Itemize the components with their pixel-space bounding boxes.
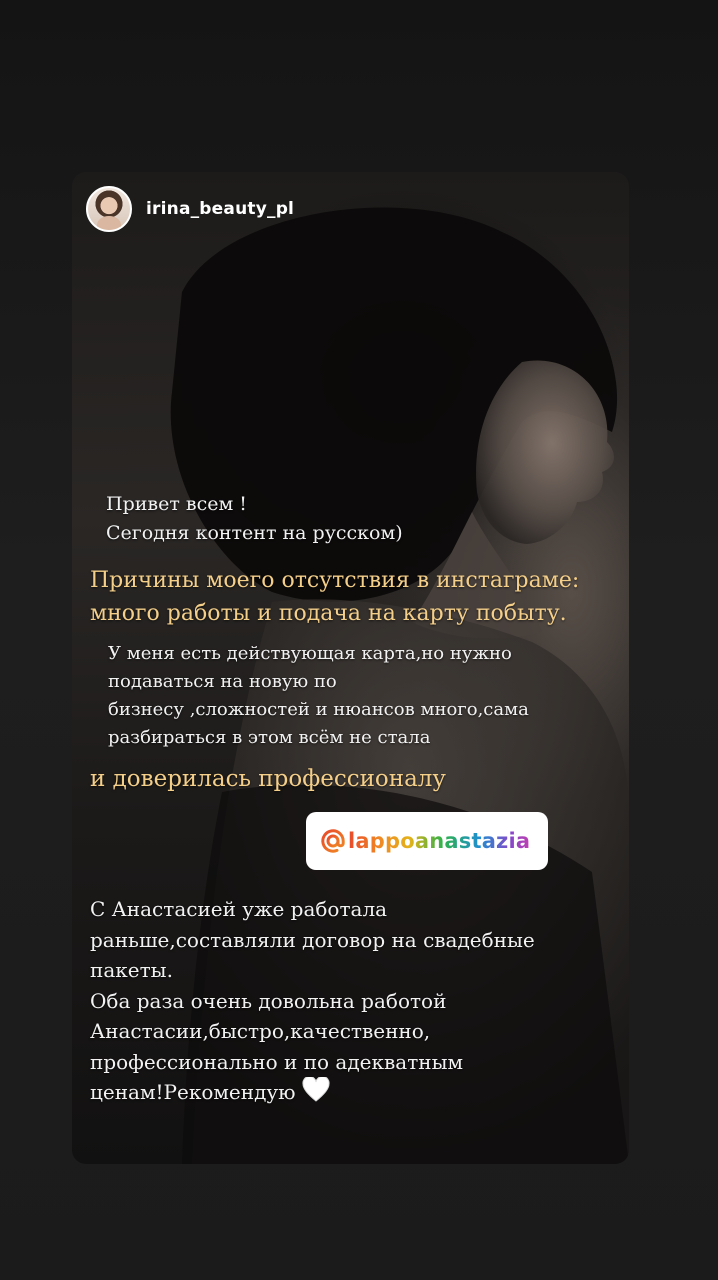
review-last-line: ценам!Рекомендую <box>90 1077 535 1108</box>
mention-handle: lappoanastazia <box>348 829 531 853</box>
review-line: профессионально и по адекватным <box>90 1049 464 1074</box>
review-line: ценам!Рекомендую <box>90 1080 296 1104</box>
white-heart-icon <box>302 1077 330 1102</box>
username[interactable]: irina_beauty_pl <box>146 199 294 219</box>
reasons-line: Причины моего отсутствия в инстаграме: <box>90 568 580 593</box>
reasons-line: много работы и подача на карту побыту. <box>90 601 567 626</box>
card-info-line: подаваться на новую по <box>108 671 337 692</box>
review-line: С Анастасией уже работала <box>90 897 388 921</box>
review-text: С Анастасией уже работала раньше,составл… <box>90 894 535 1108</box>
review-line: пакеты. <box>90 958 173 982</box>
review-line: Анастасии,быстро,качественно, <box>90 1019 431 1043</box>
story-header: irina_beauty_pl <box>86 186 294 232</box>
greeting-line: Сегодня контент на русском) <box>106 522 403 544</box>
greeting-line: Привет всем ! <box>106 493 247 515</box>
avatar[interactable] <box>86 186 132 232</box>
mention-sticker[interactable]: lappoanastazia <box>306 812 549 870</box>
card-info-line: бизнесу ,сложностей и нюансов много,сама <box>108 699 529 720</box>
trusted-text: и доверилась профессионалу <box>90 766 446 792</box>
review-line: раньше,составляли договор на свадебные <box>90 927 535 952</box>
card-info-text: У меня есть действующая карта,но нужно п… <box>108 640 529 752</box>
greeting-text: Привет всем ! Сегодня контент на русском… <box>106 490 403 548</box>
card-info-line: разбираться в этом всём не стала <box>108 727 431 748</box>
story-card[interactable]: irina_beauty_pl Привет всем ! Сегодня ко… <box>72 172 629 1164</box>
card-info-line: У меня есть действующая карта,но нужно <box>108 643 512 664</box>
review-line: Оба раза очень довольна работой <box>90 988 447 1013</box>
at-sign-icon <box>321 829 345 853</box>
reasons-text: Причины моего отсутствия в инстаграме: м… <box>90 564 579 630</box>
